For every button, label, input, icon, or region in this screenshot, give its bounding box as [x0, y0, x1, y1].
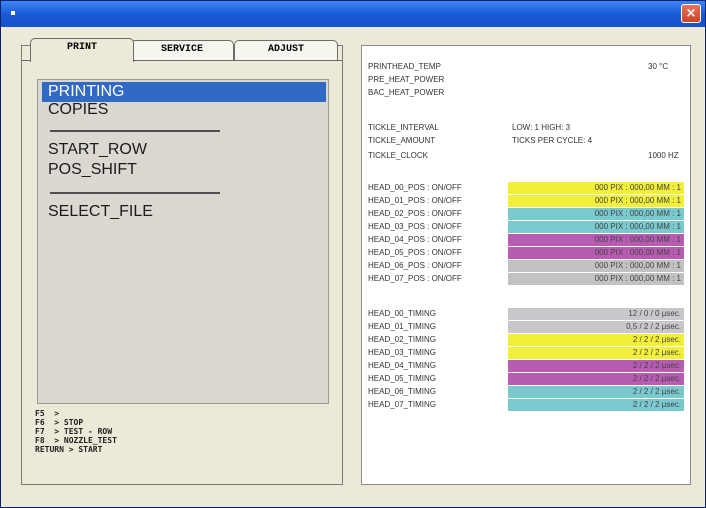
key-hint-f8: F8 > NOZZLE_TEST [35, 436, 117, 445]
head-pos-label: HEAD_07_POS : ON/OFF [368, 274, 462, 283]
head-timing-value: 2 / 2 / 2 µsec. [508, 334, 684, 346]
head-pos-value: 000 PIX : 000,00 MM : 1 [508, 208, 684, 220]
tab-adjust[interactable]: ADJUST [234, 40, 338, 61]
head-pos-value: 000 PIX : 000,00 MM : 1 [508, 273, 684, 285]
menu-item-select-file[interactable]: SELECT_FILE [42, 202, 326, 222]
head-pos-label: HEAD_05_POS : ON/OFF [368, 248, 462, 257]
tickle-interval-label: TICKLE_INTERVAL [368, 123, 439, 132]
head-pos-value: 000 PIX : 000,00 MM : 1 [508, 221, 684, 233]
head-pos-label: HEAD_06_POS : ON/OFF [368, 261, 462, 270]
key-hints: F5 > F6 > STOP F7 > TEST - ROW F8 > NOZZLE_… [35, 409, 117, 454]
head-pos-value: 000 PIX : 000,00 MM : 1 [508, 195, 684, 207]
head-pos-label: HEAD_01_POS : ON/OFF [368, 196, 462, 205]
head-timing-value: 2 / 2 / 2 µsec. [508, 399, 684, 411]
head-timing-label: HEAD_04_TIMING [368, 361, 437, 370]
head-pos-value: 000 PIX : 000,00 MM : 1 [508, 234, 684, 246]
head-timing-value: 2 / 2 / 2 µsec. [508, 386, 684, 398]
key-hint-f6: F6 > STOP [35, 418, 84, 427]
head-timing-value: 12 / 0 / 0 µsec. [508, 308, 684, 320]
head-timing-label: HEAD_00_TIMING [368, 309, 437, 318]
key-hint-return: RETURN > START [35, 445, 103, 454]
head-pos-value: 000 PIX : 000,00 MM : 1 [508, 260, 684, 272]
printhead-temp-value: 30 °C [648, 62, 669, 71]
head-timing-value: 2 / 2 / 2 µsec. [508, 360, 684, 372]
head-timing-label: HEAD_03_TIMING [368, 348, 437, 357]
menu-item-copies[interactable]: COPIES [42, 100, 326, 120]
tab-print[interactable]: PRINT [30, 38, 134, 62]
bac-heat-power-label: BAC_HEAT_POWER [368, 88, 445, 97]
head-timing-value: 2 / 2 / 2 µsec. [508, 347, 684, 359]
head-pos-label: HEAD_03_POS : ON/OFF [368, 222, 462, 231]
head-timing-label: HEAD_07_TIMING [368, 400, 437, 409]
tickle-amount-label: TICKLE_AMOUNT [368, 136, 436, 145]
menu-separator [50, 130, 220, 132]
head-timing-label: HEAD_02_TIMING [368, 335, 437, 344]
head-pos-label: HEAD_00_POS : ON/OFF [368, 183, 462, 192]
key-hint-f7: F7 > TEST - ROW [35, 427, 113, 436]
head-pos-label: HEAD_02_POS : ON/OFF [368, 209, 462, 218]
tickle-clock-label: TICKLE_CLOCK [368, 151, 429, 160]
menu-item-pos-shift[interactable]: POS_SHIFT [42, 160, 326, 180]
window-icon [11, 11, 15, 15]
tickle-interval-value: LOW: 1 HIGH: 3 [512, 123, 571, 132]
title-bar[interactable]: × [1, 1, 705, 27]
head-timing-label: HEAD_05_TIMING [368, 374, 437, 383]
tab-service[interactable]: SERVICE [130, 40, 234, 61]
head-pos-value: 000 PIX : 000,00 MM : 1 [508, 247, 684, 259]
head-pos-label: HEAD_04_POS : ON/OFF [368, 235, 462, 244]
head-timing-label: HEAD_06_TIMING [368, 387, 437, 396]
status-panel: PRINTHEAD_TEMP 30 °C PRE_HEAT_POWER BAC_… [361, 45, 691, 485]
menu-item-start-row[interactable]: START_ROW [42, 140, 326, 160]
head-timing-label: HEAD_01_TIMING [368, 322, 437, 331]
menu-separator [50, 192, 220, 194]
menu-list: PRINTING COPIES START_ROW POS_SHIFT SELE… [37, 79, 329, 404]
tickle-clock-value: 1000 HZ [648, 151, 679, 160]
tickle-amount-value: TICKS PER CYCLE: 4 [512, 136, 593, 145]
app-window: × PRINT SERVICE ADJUST PRINTING COPIES S… [0, 0, 706, 508]
key-hint-f5: F5 > [35, 409, 60, 418]
printhead-temp-label: PRINTHEAD_TEMP [368, 62, 441, 71]
pre-heat-power-label: PRE_HEAT_POWER [368, 75, 445, 84]
menu-item-printing[interactable]: PRINTING [42, 82, 326, 102]
head-timing-value: 2 / 2 / 2 µsec. [508, 373, 684, 385]
close-button[interactable]: × [681, 4, 701, 23]
head-timing-value: 0,5 / 2 / 2 µsec. [508, 321, 684, 333]
head-pos-value: 000 PIX : 000,00 MM : 1 [508, 182, 684, 194]
